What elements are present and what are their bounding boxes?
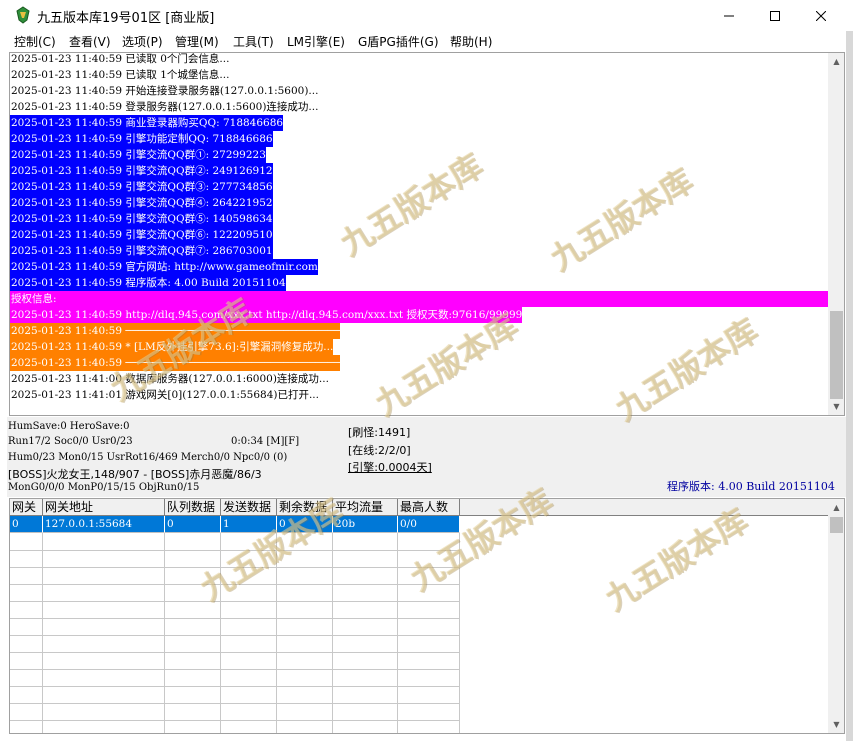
grid-line	[10, 686, 460, 687]
log-line: 2025-01-23 11:40:59 官方网站: http://www.gam…	[10, 259, 318, 275]
log-line: 2025-01-23 11:40:59 引擎交流QQ群③: 277734856	[10, 179, 273, 195]
title-bar: 九五版本库19号01区 [商业版]	[0, 0, 853, 31]
menu-view[interactable]: 查看(V)	[69, 33, 111, 50]
menu-bar: 控制(C) 查看(V) 选项(P) 管理(M) 工具(T) LM引擎(E) G盾…	[0, 31, 853, 51]
grid-line	[10, 669, 460, 670]
column-header-queue-data[interactable]: 队列数据	[165, 499, 221, 516]
column-header-remaining-data[interactable]: 剩余数据	[277, 499, 333, 516]
status-timer: 0:0:34 [M][F]	[231, 436, 300, 447]
menu-help[interactable]: 帮助(H)	[450, 33, 492, 50]
table-scroll-thumb[interactable]	[830, 517, 843, 533]
status-online-count: [在线:2/2/0]	[348, 444, 411, 457]
window-title: 九五版本库19号01区 [商业版]	[37, 11, 215, 26]
log-line: 2025-01-23 11:40:59 引擎交流QQ群⑤: 140598634	[10, 211, 273, 227]
cell-gateway-address: 127.0.0.1:55684	[43, 516, 165, 533]
log-panel[interactable]: 2025-01-23 11:40:59 已读取 0个门会信息... 2025-01…	[9, 52, 845, 416]
cell-queue-data: 0	[165, 516, 221, 533]
minimize-icon	[724, 15, 734, 16]
maximize-icon	[770, 10, 780, 21]
column-header-average-traffic[interactable]: 平均流量	[333, 499, 398, 516]
log-line: 2025-01-23 11:40:59 引擎交流QQ群⑥: 122209510	[10, 227, 273, 243]
log-line: 2025-01-23 11:40:59 开始连接登录服务器(127.0.0.1:…	[11, 85, 319, 97]
close-icon	[816, 10, 826, 21]
column-header-gateway-address[interactable]: 网关地址	[43, 499, 165, 516]
cell-remaining-data: 0	[277, 516, 333, 533]
log-line: 2025-01-23 11:40:59 引擎交流QQ群④: 264221952	[10, 195, 273, 211]
log-line: 2025-01-23 11:40:59 ────────────────────…	[10, 323, 341, 339]
grid-line	[10, 635, 460, 636]
cell-sent-data: 1	[221, 516, 277, 533]
table-scroll-up-icon[interactable]: ▲	[828, 499, 844, 516]
cell-average-traffic: 20b	[333, 516, 398, 533]
status-boss-info: [BOSS]火龙女王,148/907 - [BOSS]赤月恶魔/86/3	[8, 468, 262, 481]
log-line: 授权信息:	[10, 291, 828, 307]
scroll-up-arrow-icon[interactable]: ▲	[828, 53, 844, 70]
column-header-sent-data[interactable]: 发送数据	[221, 499, 277, 516]
app-icon	[16, 6, 30, 24]
menu-lm-engine[interactable]: LM引擎(E)	[287, 33, 345, 50]
log-lines: 2025-01-23 11:40:59 已读取 0个门会信息... 2025-01…	[10, 53, 828, 415]
status-human-info: Hum0/23 Mon0/15 UsrRot16/469 Merch0/0 Np…	[8, 452, 288, 463]
log-line: 2025-01-23 11:40:59 程序版本: 4.00 Build 201…	[10, 275, 286, 291]
minimize-button[interactable]	[706, 0, 752, 31]
column-header-gateway[interactable]: 网关	[10, 499, 43, 516]
log-line: 2025-01-23 11:40:59 商业登录器购买QQ: 718846686	[10, 115, 284, 131]
menu-tools[interactable]: 工具(T)	[233, 33, 274, 50]
log-line: 2025-01-23 11:40:59 已读取 1个城堡信息...	[11, 69, 230, 81]
log-line: 2025-01-23 11:40:59 * [LM反外挂引擎73.6]:引擎漏洞…	[10, 339, 334, 355]
grid-line	[10, 703, 460, 704]
status-engine-days: [引擎:0.0004天]	[348, 461, 432, 474]
log-line: 2025-01-23 11:40:59 已读取 0个门会信息...	[11, 53, 230, 65]
table-scroll-down-icon[interactable]: ▼	[828, 716, 844, 733]
status-save-info: HumSave:0 HeroSave:0	[8, 421, 130, 432]
maximize-button[interactable]	[752, 0, 798, 31]
column-header-filler	[460, 499, 828, 516]
window-edge	[846, 31, 853, 741]
status-refresh-count: [刷怪:1491]	[348, 426, 411, 439]
grid-line	[10, 720, 460, 721]
close-button[interactable]	[798, 0, 844, 31]
log-scrollbar[interactable]: ▲ ▼	[828, 53, 844, 415]
menu-g-shield[interactable]: G盾PG插件(G)	[358, 33, 439, 50]
column-header-max-users[interactable]: 最高人数	[398, 499, 460, 516]
log-line: 2025-01-23 11:40:59 引擎交流QQ群①: 27299223	[10, 147, 266, 163]
log-line: 2025-01-23 11:41:01 游戏网关[0](127.0.0.1:55…	[11, 389, 319, 401]
status-monster-info: MonG0/0/0 MonP0/15/15 ObjRun0/15	[8, 482, 200, 493]
grid-line	[10, 652, 460, 653]
grid-line	[10, 550, 460, 551]
grid-line	[10, 584, 460, 585]
log-line: 2025-01-23 11:40:59 引擎交流QQ群②: 249126912	[10, 163, 273, 179]
log-line: 2025-01-23 11:40:59 http://dlq.945.com/x…	[10, 307, 523, 323]
menu-manage[interactable]: 管理(M)	[175, 33, 219, 50]
grid-line	[10, 618, 460, 619]
grid-line	[10, 567, 460, 568]
menu-options[interactable]: 选项(P)	[122, 33, 163, 50]
log-scroll-thumb[interactable]	[830, 311, 843, 399]
log-line: 2025-01-23 11:41:00 数据库服务器(127.0.0.1:600…	[11, 373, 329, 385]
log-line: 2025-01-23 11:40:59 引擎交流QQ群⑦: 286703001	[10, 243, 273, 259]
menu-control[interactable]: 控制(C)	[14, 33, 56, 50]
cell-max-users: 0/0	[398, 516, 460, 533]
table-scrollbar[interactable]: ▲ ▼	[828, 499, 844, 733]
log-line: 2025-01-23 11:40:59 引擎功能定制QQ: 718846686	[10, 131, 273, 147]
log-line: 2025-01-23 11:40:59 登录服务器(127.0.0.1:5600…	[11, 101, 319, 113]
table-header: 网关 网关地址 队列数据 发送数据 剩余数据 平均流量 最高人数	[10, 499, 828, 516]
gateway-table[interactable]: 网关 网关地址 队列数据 发送数据 剩余数据 平均流量 最高人数 0 127.0…	[9, 498, 845, 734]
status-area: HumSave:0 HeroSave:0 Run17/2 Soc0/0 Usr0…	[7, 417, 846, 497]
scroll-down-arrow-icon[interactable]: ▼	[828, 398, 844, 415]
cell-gateway: 0	[10, 516, 43, 533]
status-run-info: Run17/2 Soc0/0 Usr0/23	[8, 436, 133, 447]
grid-line	[10, 601, 460, 602]
log-line: 2025-01-23 11:40:59 ────────────────────…	[10, 355, 341, 371]
status-version: 程序版本: 4.00 Build 20151104	[667, 480, 835, 493]
